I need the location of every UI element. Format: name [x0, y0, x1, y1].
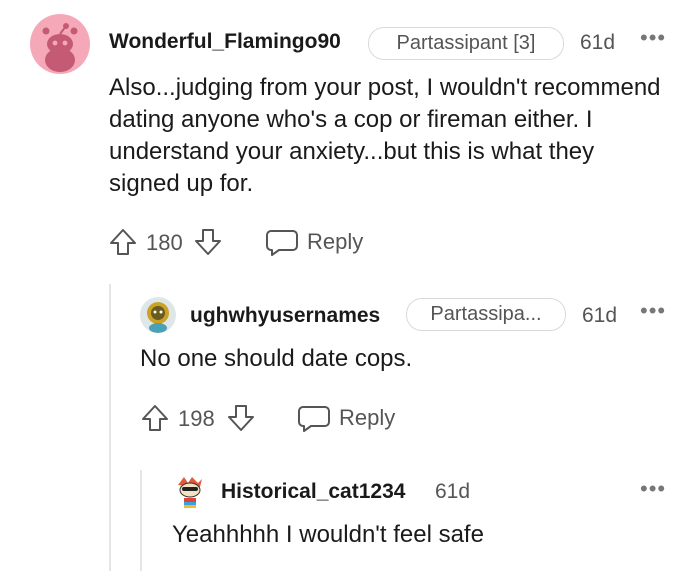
avatar[interactable] — [140, 297, 176, 333]
upvote-icon[interactable] — [108, 227, 138, 262]
comment-body: No one should date cops. — [140, 345, 413, 372]
snoo-avatar-icon — [147, 302, 169, 333]
downvote-icon[interactable] — [226, 403, 256, 438]
avatar[interactable] — [30, 14, 90, 74]
thread-line[interactable] — [109, 284, 111, 571]
comment-age: 61d — [582, 304, 618, 327]
vote-count: 180 — [146, 230, 183, 255]
user-flair: Partassipant [3] — [368, 27, 564, 60]
upvote-icon[interactable] — [140, 403, 170, 438]
comment-age: 61d — [435, 480, 471, 503]
comment-body: Also...judging from your post, I wouldn'… — [109, 74, 661, 197]
thread-line[interactable] — [140, 470, 142, 571]
reply-button[interactable]: Reply — [265, 227, 363, 257]
reply-label: Reply — [339, 405, 396, 430]
comment-bubble-icon — [266, 230, 298, 256]
comment-age: 61d — [580, 31, 616, 54]
comment-body: Yeahhhhh I wouldn't feel safe — [172, 521, 484, 548]
comment-username[interactable]: Wonderful_Flamingo90 — [109, 30, 341, 54]
comment-username[interactable]: ughwhyusernames — [190, 304, 380, 328]
user-flair: Partassipa... — [406, 298, 566, 331]
snoo-avatar-icon — [42, 23, 78, 72]
more-options-icon[interactable]: ••• — [640, 478, 666, 500]
more-options-icon[interactable]: ••• — [640, 27, 666, 49]
comment-username[interactable]: Historical_cat1234 — [221, 480, 405, 504]
downvote-icon[interactable] — [193, 227, 223, 262]
vote-count: 198 — [178, 406, 215, 431]
comment-bubble-icon — [298, 406, 330, 432]
reply-label: Reply — [307, 229, 364, 254]
reply-button[interactable]: Reply — [297, 403, 395, 433]
avatar[interactable] — [172, 473, 208, 509]
snoo-avatar-icon — [178, 477, 202, 508]
more-options-icon[interactable]: ••• — [640, 300, 666, 322]
